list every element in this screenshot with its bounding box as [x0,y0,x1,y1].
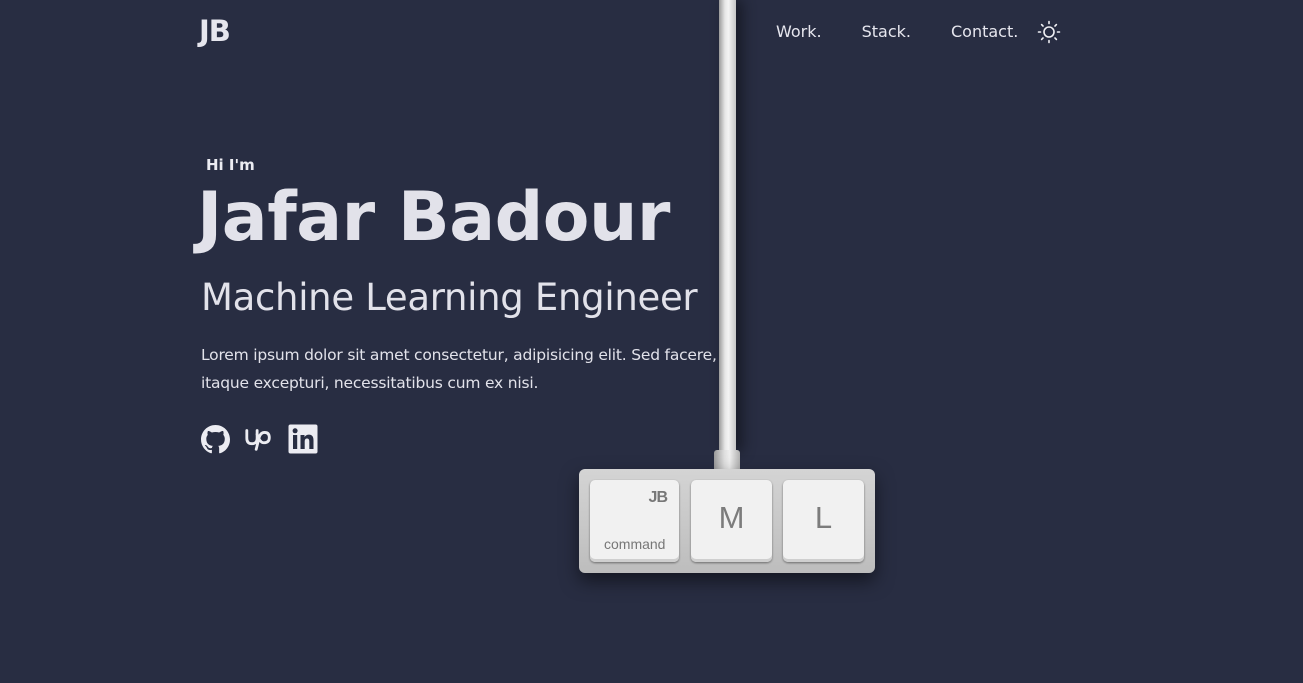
m-key-label: M [718,500,745,535]
command-key-label: command [604,536,666,552]
cable-plug [714,450,740,470]
linkedin-icon[interactable] [288,424,318,454]
mini-keyboard: JB command M L [579,469,875,573]
key-logo: JB [648,489,668,506]
command-key[interactable]: JB command [590,480,679,562]
main-nav: Work. Stack. Contact. [776,22,1058,41]
hero-role: Machine Learning Engineer [201,276,698,319]
hero-name: Jafar Badour [197,178,670,257]
nav-link-work[interactable]: Work. [776,22,822,41]
github-icon[interactable] [200,424,230,454]
site-logo[interactable]: JB [199,14,231,48]
l-key-label: L [814,500,833,535]
keyboard-cable [719,0,736,452]
greeting: Hi I'm [206,156,255,174]
m-key[interactable]: M [691,480,772,562]
page: JB Work. Stack. Contact. Hi I'm Jafar Ba… [0,0,1303,683]
nav-link-stack[interactable]: Stack. [862,22,911,41]
upwork-icon[interactable] [244,424,274,454]
sun-icon[interactable] [1037,20,1061,44]
hero-blurb: Lorem ipsum dolor sit amet consectetur, … [201,346,717,392]
l-key[interactable]: L [783,480,864,562]
nav-link-contact[interactable]: Contact. [951,22,1018,41]
social-links [200,424,332,454]
